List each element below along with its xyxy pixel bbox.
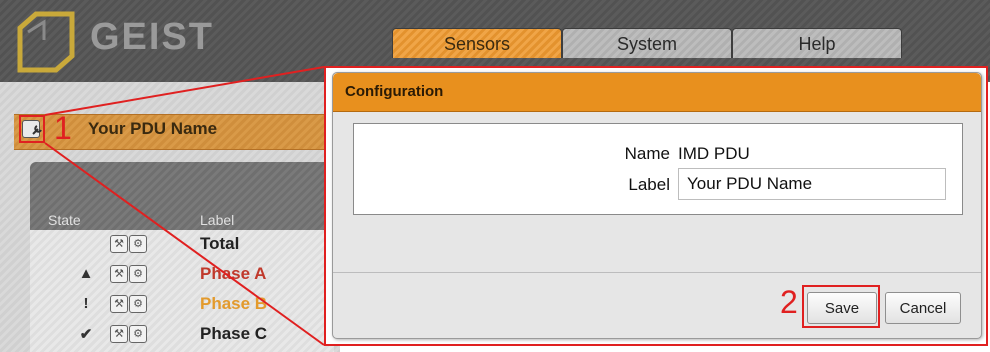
gear-icon[interactable]: ⚙ <box>129 265 147 283</box>
gear-icon[interactable]: ⚙ <box>129 325 147 343</box>
main-nav: Sensors System Help <box>392 28 902 58</box>
table-row: ✔ ⚒ ⚙ Phase C <box>30 320 334 350</box>
row-label: Total <box>200 234 240 253</box>
column-header-label: Label <box>200 212 235 228</box>
table-row: ▲ ⚒ ⚙ Phase A <box>30 260 334 290</box>
row-label: Phase C <box>200 324 268 343</box>
warning-icon: ▲ <box>78 265 94 282</box>
table-row: ! ⚒ ⚙ Phase B <box>30 290 334 320</box>
gear-icon[interactable]: ⚙ <box>129 295 147 313</box>
column-header-state: State <box>48 212 81 228</box>
cancel-button[interactable]: Cancel <box>885 292 961 324</box>
callout-highlight-1 <box>19 115 45 143</box>
dialog-divider <box>333 272 981 273</box>
hexagon-logo-icon <box>17 11 75 73</box>
row-label: Phase B <box>200 294 268 313</box>
label-input[interactable] <box>678 168 946 200</box>
device-name-heading: Your PDU Name <box>88 119 218 138</box>
alert-icon: ! <box>83 295 89 312</box>
sensor-table-rows: ⚒ ⚙ Total ▲ ⚒ ⚙ Phase A ! ⚒ ⚙ Phase B ✔ … <box>30 230 334 352</box>
wrench-icon[interactable]: ⚒ <box>110 235 128 253</box>
brand-logo-text: GEIST <box>90 16 215 58</box>
checkmark-icon: ✔ <box>79 326 93 343</box>
wrench-icon[interactable]: ⚒ <box>110 295 128 313</box>
name-value: IMD PDU <box>678 144 750 163</box>
tab-help[interactable]: Help <box>732 28 902 58</box>
callout-number-2: 2 <box>780 284 798 320</box>
row-label: Phase A <box>200 264 267 283</box>
wrench-icon[interactable]: ⚒ <box>110 325 128 343</box>
name-label: Name <box>624 144 670 163</box>
config-form: Name IMD PDU Label <box>353 123 963 215</box>
label-field-label: Label <box>628 175 670 194</box>
tab-system[interactable]: System <box>562 28 732 58</box>
dialog-title: Configuration <box>333 73 981 112</box>
wrench-icon[interactable]: ⚒ <box>110 265 128 283</box>
callout-highlight-2 <box>802 285 880 328</box>
tab-sensors[interactable]: Sensors <box>392 28 562 58</box>
gear-icon[interactable]: ⚙ <box>129 235 147 253</box>
configuration-dialog: Configuration Name IMD PDU Label Save Ca… <box>332 72 982 339</box>
callout-number-1: 1 <box>54 110 72 146</box>
table-row: ⚒ ⚙ Total <box>30 230 334 260</box>
